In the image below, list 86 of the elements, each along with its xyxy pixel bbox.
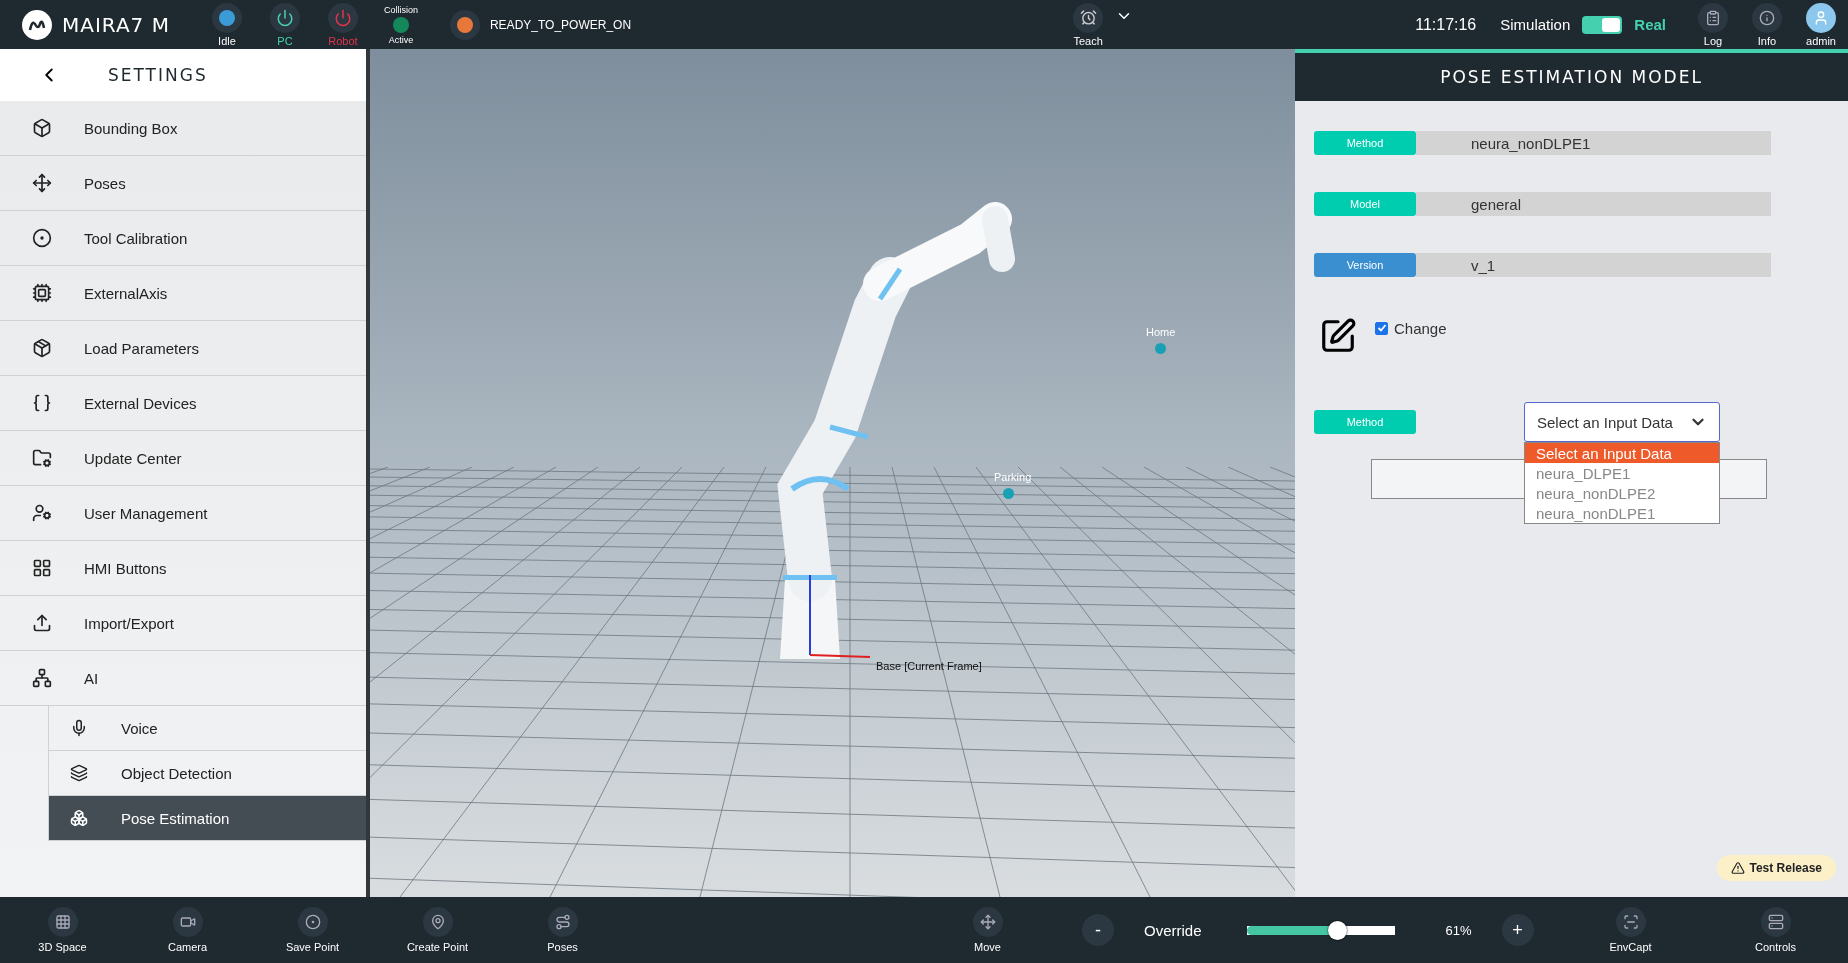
user-gear-icon [32, 503, 52, 523]
method-select[interactable]: Select an Input Data [1524, 402, 1720, 442]
scan-icon [1622, 914, 1639, 930]
toolbar-button[interactable]: Info [1740, 2, 1794, 47]
toolbar-button[interactable]: Save Point [250, 907, 375, 953]
network-icon [32, 668, 52, 688]
alarm-clock-icon [1079, 9, 1097, 26]
chip-icon [32, 283, 52, 303]
change-checkbox[interactable] [1375, 321, 1388, 335]
field-tag: Method [1314, 410, 1416, 434]
status-label: Active [388, 34, 414, 45]
toolbar-button[interactable]: Poses [500, 907, 625, 953]
field-value: v_1 [1416, 253, 1771, 277]
field-tag: Model [1314, 192, 1416, 216]
toolbar-button[interactable]: Camera [125, 907, 250, 953]
robot-state: READY_TO_POWER_ON [489, 17, 632, 32]
slider-thumb[interactable] [1327, 920, 1347, 940]
status-label: PC [277, 34, 293, 47]
edit-icon [1319, 317, 1357, 355]
marker-label: Home [1146, 326, 1176, 338]
field-tag: Version [1314, 253, 1416, 277]
checkbox-label: Change [1394, 319, 1447, 337]
sidebar-item[interactable]: User Management [0, 486, 366, 541]
microphone-icon [70, 719, 88, 737]
server-icon [1767, 914, 1784, 930]
sidebar-item[interactable]: Update Center [0, 431, 366, 486]
camera-icon [179, 914, 196, 930]
braces-icon [32, 393, 52, 413]
teach-button[interactable]: Teach [1061, 2, 1116, 47]
toolbar-button[interactable]: 3D Space [0, 907, 125, 953]
sidebar-item[interactable]: External Devices [0, 376, 366, 431]
clock-time: 11:17:16 [1415, 15, 1477, 34]
marker-label: Parking [994, 471, 1032, 483]
sidebar-item[interactable]: Import/Export [0, 596, 366, 651]
status-caption: Collision [383, 4, 418, 15]
layers-icon [70, 764, 88, 782]
marker-sphere [1003, 488, 1014, 499]
sidebar-title: SETTINGS [108, 65, 208, 85]
status-label: Robot [328, 34, 358, 47]
sidebar-item[interactable]: Bounding Box [0, 101, 366, 156]
override-value: 61% [1445, 922, 1472, 938]
logo-icon [22, 9, 52, 40]
circle-dot-icon [304, 914, 321, 930]
sidebar-item[interactable]: Load Parameters [0, 321, 366, 376]
grid-icon [54, 914, 71, 930]
field-value: neura_nonDLPE1 [1416, 131, 1771, 155]
frame-label: Base [Current Frame] [876, 660, 982, 672]
field-tag: Method [1314, 131, 1416, 155]
toggle-label: Real [1634, 16, 1666, 33]
sidebar-item[interactable]: ExternalAxis [0, 266, 366, 321]
toolbar-button[interactable]: Controls [1713, 907, 1838, 953]
mode-switch[interactable] [1582, 15, 1623, 34]
upload-icon [32, 613, 52, 633]
toolbar-button[interactable]: Log [1686, 2, 1740, 47]
decrease-button[interactable]: - [1082, 914, 1114, 946]
user-button[interactable]: admin [1794, 2, 1848, 47]
brand-name: MAIRA7 M [62, 12, 170, 37]
route-icon [554, 914, 571, 930]
clipboard-icon [1705, 9, 1721, 26]
toolbar-button[interactable]: EnvCapt [1568, 907, 1693, 953]
field-value: general [1416, 192, 1771, 216]
arrow-icon [32, 173, 52, 193]
info-icon [1759, 9, 1775, 26]
increase-button[interactable]: + [1501, 914, 1534, 946]
grid-icon [32, 558, 52, 578]
pin-icon [429, 914, 446, 930]
sidebar-item[interactable]: HMI Buttons [0, 541, 366, 596]
release-badge: Test Release [1716, 855, 1836, 881]
move-button[interactable]: Move [925, 907, 1050, 953]
toolbar-button[interactable]: Create Point [375, 907, 500, 953]
sidebar-subitem[interactable]: Voice [48, 706, 366, 751]
marker-sphere [1155, 343, 1166, 354]
toggle-label: Simulation [1500, 16, 1571, 33]
sidebar-subitem[interactable]: Pose Estimation [48, 796, 366, 841]
target-icon [32, 228, 52, 248]
panel-title: POSE ESTIMATION MODEL [1440, 67, 1703, 87]
status-label: Idle [218, 34, 236, 47]
sidebar-item[interactable]: Poses [0, 156, 366, 211]
avatar-icon [1813, 9, 1829, 26]
sidebar-item[interactable]: Tool Calibration [0, 211, 366, 266]
cube-icon [70, 809, 88, 827]
move-icon [979, 914, 996, 930]
folder-gear-icon [32, 448, 52, 468]
override-label: Override [1144, 921, 1202, 939]
sidebar-item[interactable]: AI [0, 651, 366, 706]
bounding-box-icon [32, 118, 52, 138]
